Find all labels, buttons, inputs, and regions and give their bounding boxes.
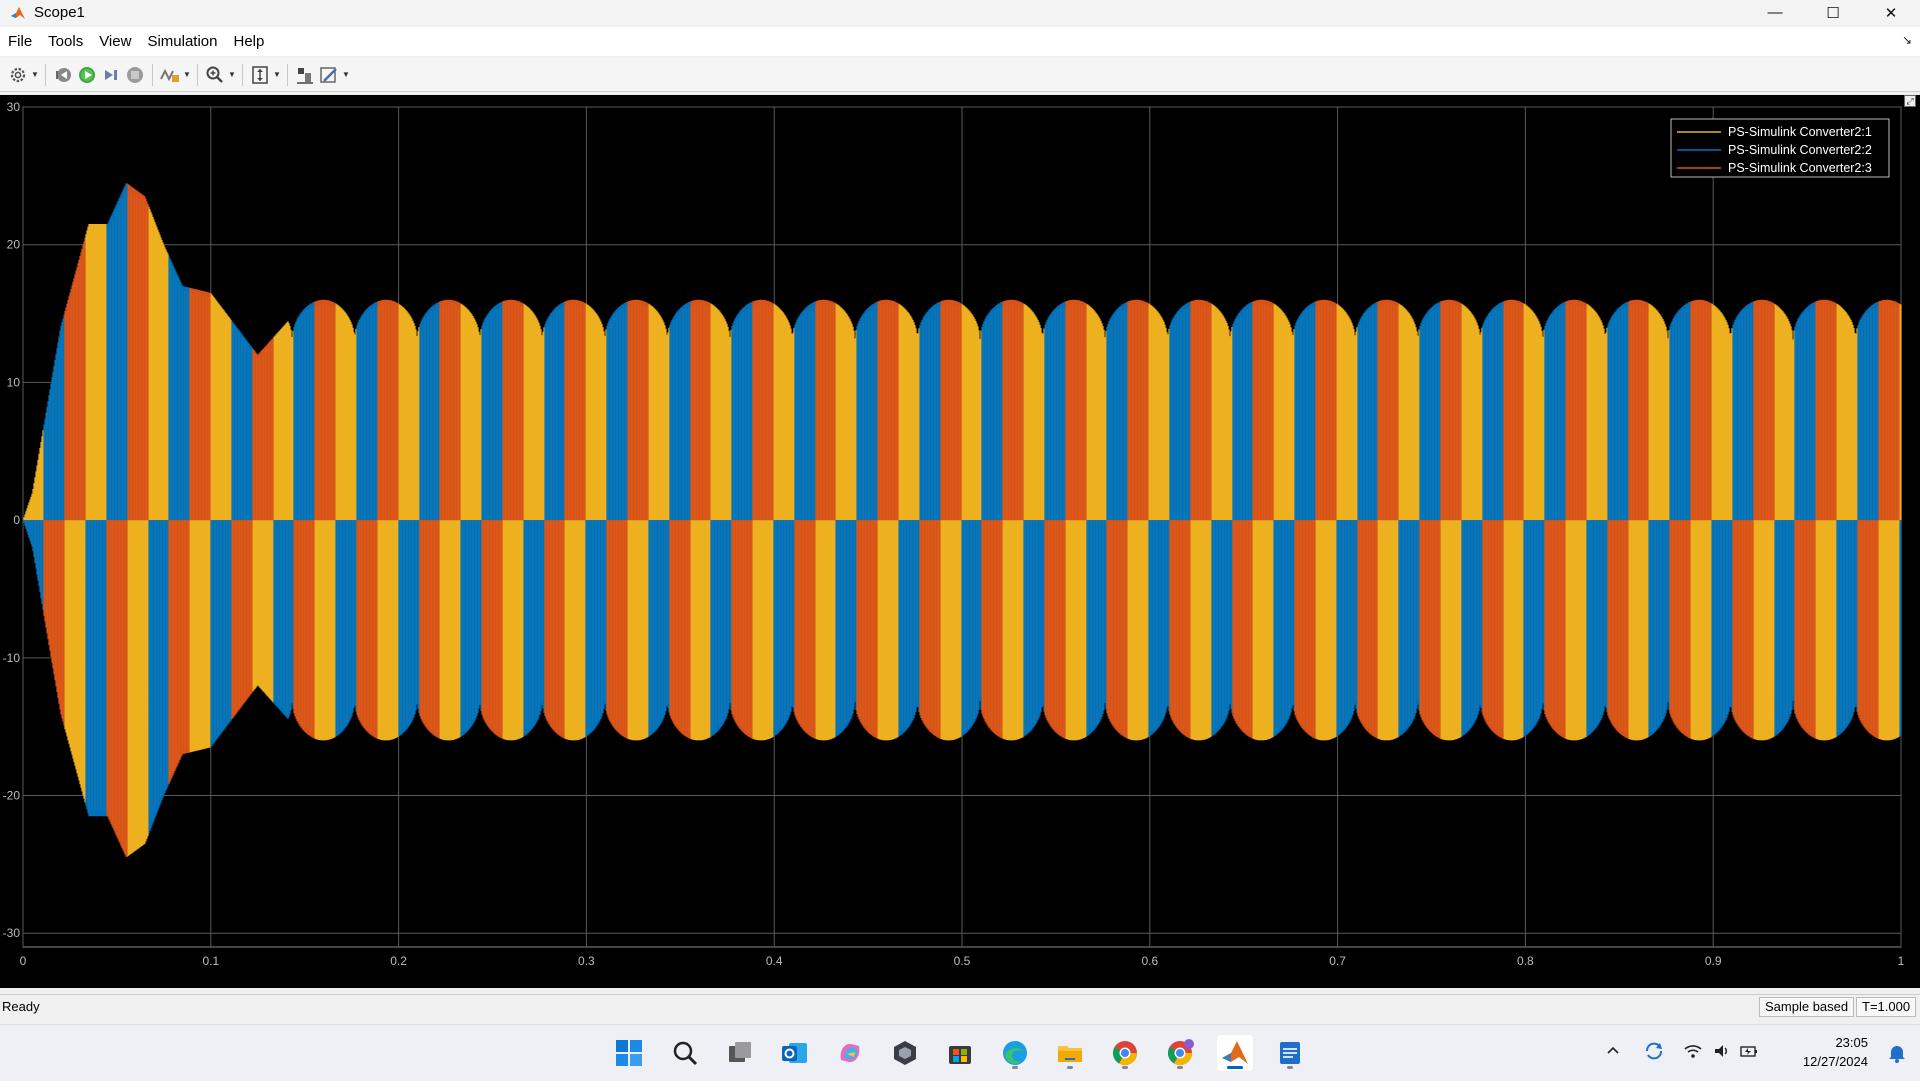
edge-icon[interactable]: [997, 1035, 1033, 1071]
legend-entry[interactable]: PS-Simulink Converter2:1: [1728, 125, 1872, 139]
x-tick-label: 0.5: [954, 954, 971, 968]
chrome-profile-icon[interactable]: [1162, 1035, 1198, 1071]
x-tick-label: 0.7: [1329, 954, 1346, 968]
running-indicator: [1122, 1066, 1128, 1069]
toolbar-separator: [287, 63, 288, 86]
scope-chart[interactable]: 0 0.1 0.2 0.3 0.4 0.5 0.6 0.7 0.8 0.9 1 30 20 10 0 -10 -…: [0, 95, 1920, 988]
app-icon[interactable]: [887, 1035, 923, 1071]
y-tick-label: 30: [7, 100, 21, 114]
status-bar: Ready Sample based T=1.000: [0, 994, 1920, 1018]
menu-bar: File Tools View Simulation Help ↘: [0, 27, 1920, 56]
window-title: Scope1: [34, 4, 85, 21]
show-hidden-icons-icon[interactable]: [1605, 1043, 1621, 1064]
search-icon[interactable]: [667, 1035, 703, 1071]
signal-select-icon[interactable]: [158, 63, 182, 87]
x-tick-label: 0.1: [202, 954, 219, 968]
taskbar: 23:05 12/27/2024: [0, 1024, 1920, 1080]
file-explorer-icon[interactable]: [1052, 1035, 1088, 1071]
x-tick-label: 0.6: [1141, 954, 1158, 968]
notification-bell-icon[interactable]: [1888, 1043, 1906, 1068]
running-indicator: [1287, 1066, 1293, 1069]
toolbar: ▼ ▼ ▼ ▼ ▼: [0, 58, 1920, 92]
x-tick-label: 0.9: [1705, 954, 1722, 968]
x-tick-label: 0.2: [390, 954, 407, 968]
battery-icon[interactable]: [1739, 1042, 1759, 1065]
matlab-icon[interactable]: [1217, 1035, 1253, 1071]
status-text: Ready: [2, 999, 40, 1014]
close-button[interactable]: ✕: [1862, 0, 1920, 25]
y-tick-label: 0: [13, 513, 20, 527]
legend-entry[interactable]: PS-Simulink Converter2:3: [1728, 161, 1872, 175]
settings-icon[interactable]: [6, 63, 30, 87]
taskbar-clock[interactable]: 23:05 12/27/2024: [1803, 1033, 1868, 1071]
sample-mode-indicator: Sample based: [1759, 997, 1855, 1017]
stop-icon[interactable]: [123, 63, 147, 87]
legend-entry[interactable]: PS-Simulink Converter2:2: [1728, 143, 1872, 157]
minimize-button[interactable]: —: [1746, 0, 1804, 25]
toolbar-separator: [242, 63, 243, 86]
copilot-icon[interactable]: [832, 1035, 868, 1071]
start-icon[interactable]: [611, 1035, 647, 1071]
legend[interactable]: PS-Simulink Converter2:1 PS-Simulink Conv…: [1670, 118, 1890, 178]
outlook-icon[interactable]: [777, 1035, 813, 1071]
notepad-icon[interactable]: [1272, 1035, 1308, 1071]
y-tick-label: -30: [3, 926, 21, 940]
matlab-logo-icon: [11, 6, 25, 19]
step-back-icon[interactable]: [51, 63, 75, 87]
menu-file[interactable]: File: [0, 27, 40, 56]
menu-help[interactable]: Help: [226, 27, 273, 56]
running-indicator: [1177, 1066, 1183, 1069]
scope-plot-area[interactable]: 0 0.1 0.2 0.3 0.4 0.5 0.6 0.7 0.8 0.9 1 30 20 10 0 -10 -…: [0, 95, 1920, 988]
style-dropdown-icon[interactable]: ▼: [341, 63, 351, 87]
task-view-icon[interactable]: [722, 1035, 758, 1071]
clock-date: 12/27/2024: [1802, 1054, 1868, 1069]
y-tick-label: 10: [7, 375, 21, 389]
system-tray: [1605, 1025, 1759, 1081]
menu-tools[interactable]: Tools: [40, 27, 91, 56]
maximize-button[interactable]: ☐: [1804, 0, 1862, 25]
x-tick-label: 0: [20, 954, 27, 968]
chrome-icon[interactable]: [1107, 1035, 1143, 1071]
expand-plot-icon[interactable]: ⤢: [1904, 95, 1916, 107]
volume-icon[interactable]: [1713, 1042, 1731, 1065]
undock-arrow-icon[interactable]: ↘: [1902, 33, 1912, 47]
running-indicator: [1227, 1066, 1243, 1069]
y-tick-label: -10: [3, 651, 21, 665]
y-tick-label: -20: [3, 789, 21, 803]
settings-dropdown-icon[interactable]: ▼: [30, 63, 40, 87]
toolbar-separator: [197, 63, 198, 86]
signal-select-dropdown-icon[interactable]: ▼: [182, 63, 192, 87]
x-tick-label: 1: [1898, 954, 1905, 968]
menu-simulation[interactable]: Simulation: [139, 27, 225, 56]
x-tick-label: 0.3: [578, 954, 595, 968]
x-tick-label: 0.4: [766, 954, 783, 968]
simulation-time-indicator: T=1.000: [1856, 997, 1917, 1017]
store-icon[interactable]: [942, 1035, 978, 1071]
zoom-in-icon[interactable]: [203, 63, 227, 87]
clock-time: 23:05: [1835, 1035, 1868, 1050]
wifi-icon[interactable]: [1683, 1042, 1703, 1065]
toolbar-separator: [45, 63, 46, 86]
zoom-dropdown-icon[interactable]: ▼: [227, 63, 237, 87]
run-icon[interactable]: [75, 63, 99, 87]
style-icon[interactable]: [317, 63, 341, 87]
running-indicator: [1067, 1066, 1073, 1069]
autoscale-icon[interactable]: [248, 63, 272, 87]
title-bar: Scope1 — ☐ ✕: [0, 0, 1920, 25]
step-forward-icon[interactable]: [99, 63, 123, 87]
y-tick-label: 20: [7, 238, 21, 252]
toolbar-separator: [152, 63, 153, 86]
autoscale-dropdown-icon[interactable]: ▼: [272, 63, 282, 87]
x-tick-label: 0.8: [1517, 954, 1534, 968]
running-indicator: [1012, 1066, 1018, 1069]
sync-icon[interactable]: [1643, 1040, 1665, 1067]
menu-view[interactable]: View: [91, 27, 139, 56]
highlight-icon[interactable]: [293, 63, 317, 87]
